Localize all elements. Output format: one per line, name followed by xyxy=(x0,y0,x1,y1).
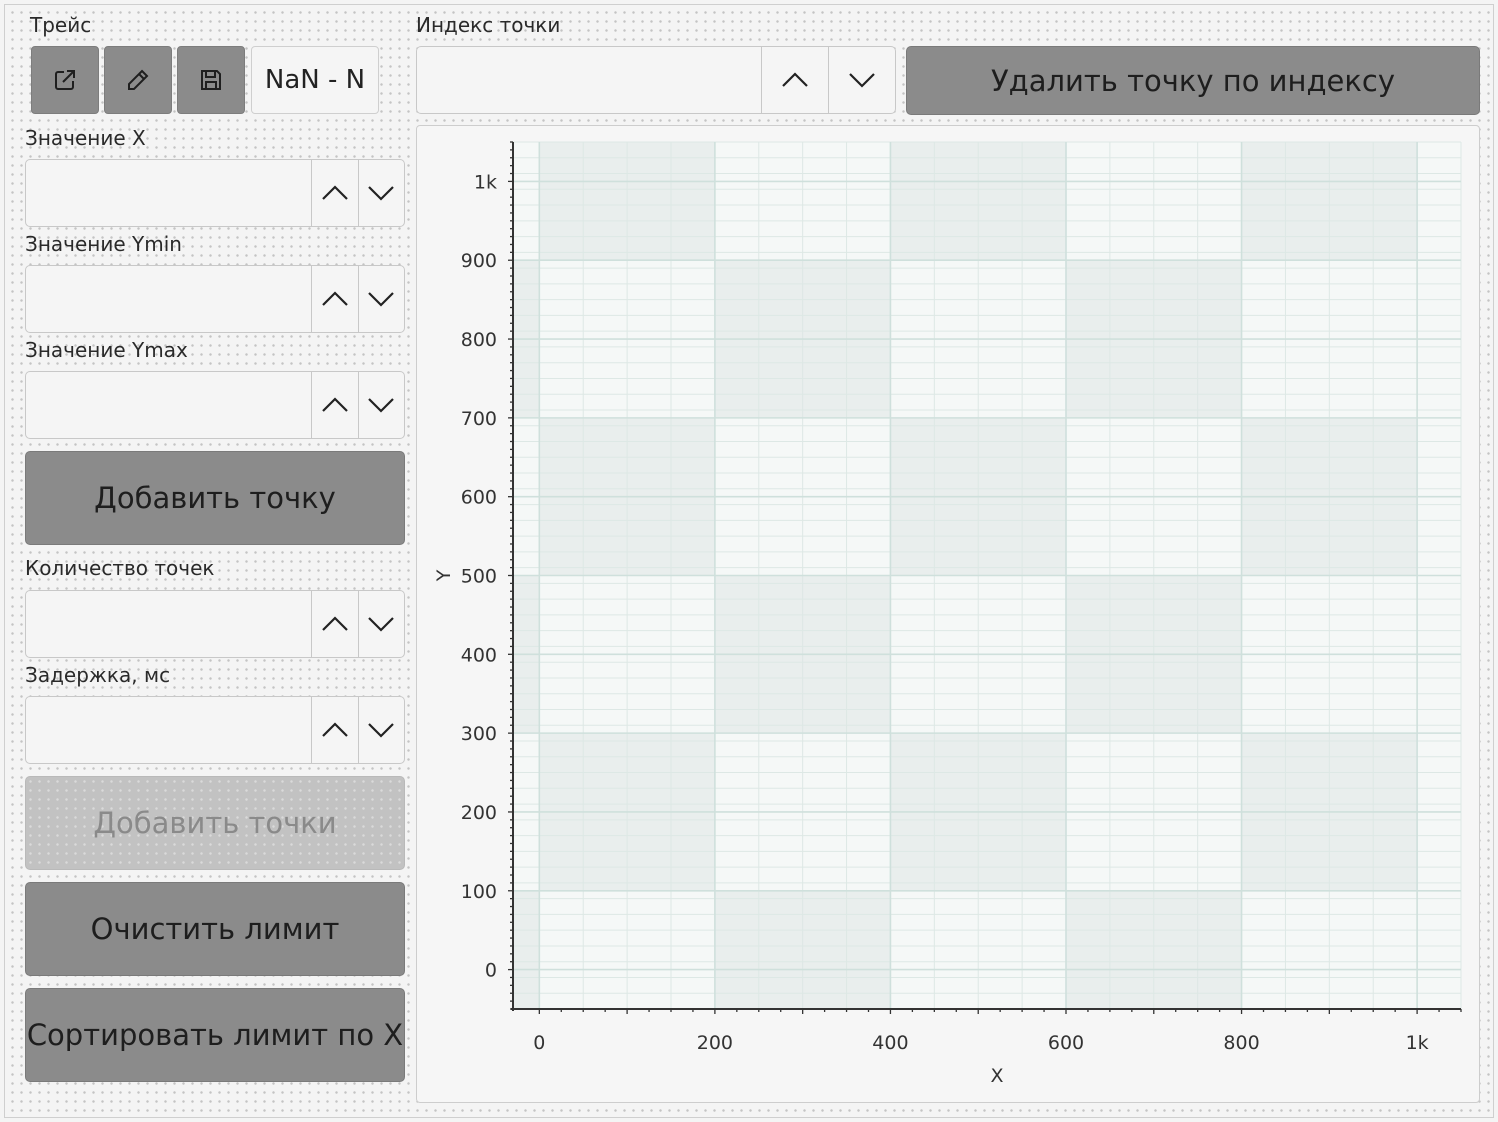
chevron-up-icon xyxy=(321,185,348,200)
ymax-increment-button[interactable] xyxy=(311,372,358,438)
x-increment-button[interactable] xyxy=(311,160,358,226)
count-decrement-button[interactable] xyxy=(357,591,405,657)
index-spinbox[interactable] xyxy=(416,46,896,114)
y-tick-label: 600 xyxy=(461,487,497,509)
chevron-up-icon xyxy=(782,72,808,87)
ymax-decrement-button[interactable] xyxy=(357,372,405,438)
delay-label: Задержка, мс xyxy=(25,663,171,687)
clear-limit-button[interactable]: Очистить лимит xyxy=(25,882,405,976)
ymin-decrement-button[interactable] xyxy=(357,266,405,332)
x-tick-label: 600 xyxy=(1048,1032,1084,1054)
pencil-icon xyxy=(128,69,149,90)
chevron-up-icon xyxy=(321,397,348,412)
external-link-icon xyxy=(55,70,75,90)
points-count-label: Количество точек xyxy=(25,556,215,580)
delay-input[interactable] xyxy=(26,697,311,763)
chevron-down-icon xyxy=(849,73,875,88)
ymin-spinbox[interactable] xyxy=(25,265,405,333)
index-decrement-button[interactable] xyxy=(828,47,895,113)
y-tick-label: 700 xyxy=(461,408,497,430)
open-trace-button[interactable] xyxy=(31,46,99,114)
x-value-label: Значение X xyxy=(25,126,146,150)
x-tick-label: 200 xyxy=(697,1032,733,1054)
ymax-input[interactable] xyxy=(26,372,311,438)
x-axis-title: X xyxy=(990,1065,1003,1087)
index-label: Индекс точки xyxy=(416,13,561,37)
chevron-down-icon xyxy=(368,292,395,307)
add-point-button[interactable]: Добавить точку xyxy=(25,451,405,545)
grid-band xyxy=(513,890,540,1009)
chart-panel: 0 200 400 600 800 1k 0 100 200 300 400 500 600 700 800… xyxy=(416,125,1480,1103)
ymin-label: Значение Ymin xyxy=(25,232,182,256)
edit-trace-button[interactable] xyxy=(104,46,172,114)
x-value-spinbox[interactable] xyxy=(25,159,405,227)
points-count-spinbox[interactable] xyxy=(25,590,405,658)
chevron-up-icon xyxy=(321,722,348,737)
sort-limit-button[interactable]: Сортировать лимит по X xyxy=(25,988,405,1082)
y-tick-label: 400 xyxy=(461,644,497,666)
chevron-down-icon xyxy=(368,186,395,201)
delete-point-button[interactable]: Удалить точку по индексу xyxy=(906,46,1480,115)
add-points-button[interactable]: Добавить точки xyxy=(25,776,405,870)
ymax-label: Значение Ymax xyxy=(25,338,188,362)
chevron-down-icon xyxy=(368,398,395,413)
y-tick-label: 200 xyxy=(461,802,497,824)
delay-decrement-button[interactable] xyxy=(357,697,405,763)
y-axis-title: Y xyxy=(433,569,455,582)
x-value-input[interactable] xyxy=(26,160,311,226)
count-increment-button[interactable] xyxy=(311,591,358,657)
limit-chart[interactable]: 0 200 400 600 800 1k 0 100 200 300 400 500 600 700 800… xyxy=(417,126,1479,1102)
chevron-up-icon xyxy=(321,291,348,306)
points-count-input[interactable] xyxy=(26,591,311,657)
index-increment-button[interactable] xyxy=(761,47,828,113)
x-tick-label: 0 xyxy=(533,1032,545,1054)
ymin-increment-button[interactable] xyxy=(311,266,358,332)
delay-increment-button[interactable] xyxy=(311,697,358,763)
delay-spinbox[interactable] xyxy=(25,696,405,764)
trace-label: Трейс xyxy=(30,13,92,37)
chevron-up-icon xyxy=(321,616,348,631)
y-tick-label: 500 xyxy=(461,566,497,588)
chevron-down-icon xyxy=(368,723,395,738)
save-icon xyxy=(201,70,221,90)
y-tick-label: 1k xyxy=(474,171,497,193)
y-tick-label: 800 xyxy=(461,329,497,351)
save-trace-button[interactable] xyxy=(177,46,245,114)
y-tick-label: 0 xyxy=(485,960,497,982)
y-tick-label: 100 xyxy=(461,881,497,903)
ymin-input[interactable] xyxy=(26,266,311,332)
y-tick-label: 900 xyxy=(461,250,497,272)
index-input[interactable] xyxy=(417,47,761,113)
x-tick-label: 1k xyxy=(1406,1032,1429,1054)
y-tick-label: 300 xyxy=(461,723,497,745)
x-tick-label: 800 xyxy=(1223,1032,1259,1054)
ymax-spinbox[interactable] xyxy=(25,371,405,439)
x-tick-label: 400 xyxy=(872,1032,908,1054)
trace-value-display: NaN - N xyxy=(251,46,379,114)
x-decrement-button[interactable] xyxy=(357,160,405,226)
chevron-down-icon xyxy=(368,617,395,632)
